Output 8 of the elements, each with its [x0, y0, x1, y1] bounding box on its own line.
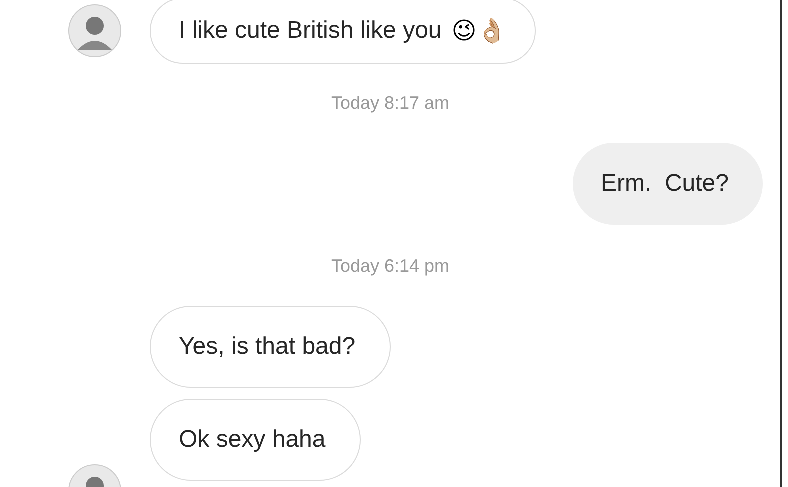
- emoji: 😉👌🏼: [452, 16, 507, 47]
- avatar-icon: [68, 4, 122, 58]
- message-text: Erm. Cute?: [600, 169, 729, 199]
- message-text: Yes, is that bad?: [179, 332, 356, 362]
- message-text: Ok sexy haha: [179, 425, 326, 455]
- message-text: I like cute British like you: [179, 16, 442, 46]
- timestamp: Today 6:14 pm: [331, 254, 450, 278]
- timestamp: Today 8:17 am: [331, 92, 450, 115]
